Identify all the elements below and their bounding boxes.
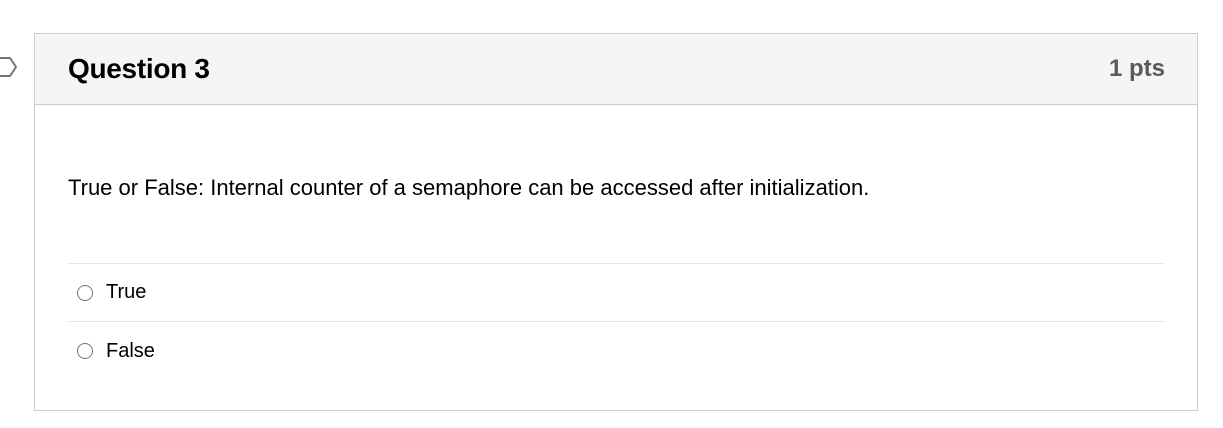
answer-option-true[interactable]: True [68, 264, 1165, 322]
radio-button-false[interactable] [77, 343, 93, 359]
question-card: Question 3 1 pts True or False: Internal… [34, 33, 1198, 411]
question-header: Question 3 1 pts [35, 34, 1197, 105]
quiz-page: Question 3 1 pts True or False: Internal… [0, 0, 1223, 428]
answer-label-true: True [106, 281, 147, 303]
question-text: True or False: Internal counter of a sem… [68, 175, 870, 200]
answer-option-false[interactable]: False [68, 322, 1165, 380]
flag-question-icon[interactable] [0, 54, 20, 80]
question-title: Question 3 [68, 53, 210, 84]
radio-button-true[interactable] [77, 284, 93, 301]
question-points: 1 pts [1108, 55, 1165, 82]
question-body: True or False: Internal counter of a sem… [35, 173, 1197, 380]
answer-list: True False [68, 263, 1165, 380]
answer-label-false: False [106, 339, 155, 362]
